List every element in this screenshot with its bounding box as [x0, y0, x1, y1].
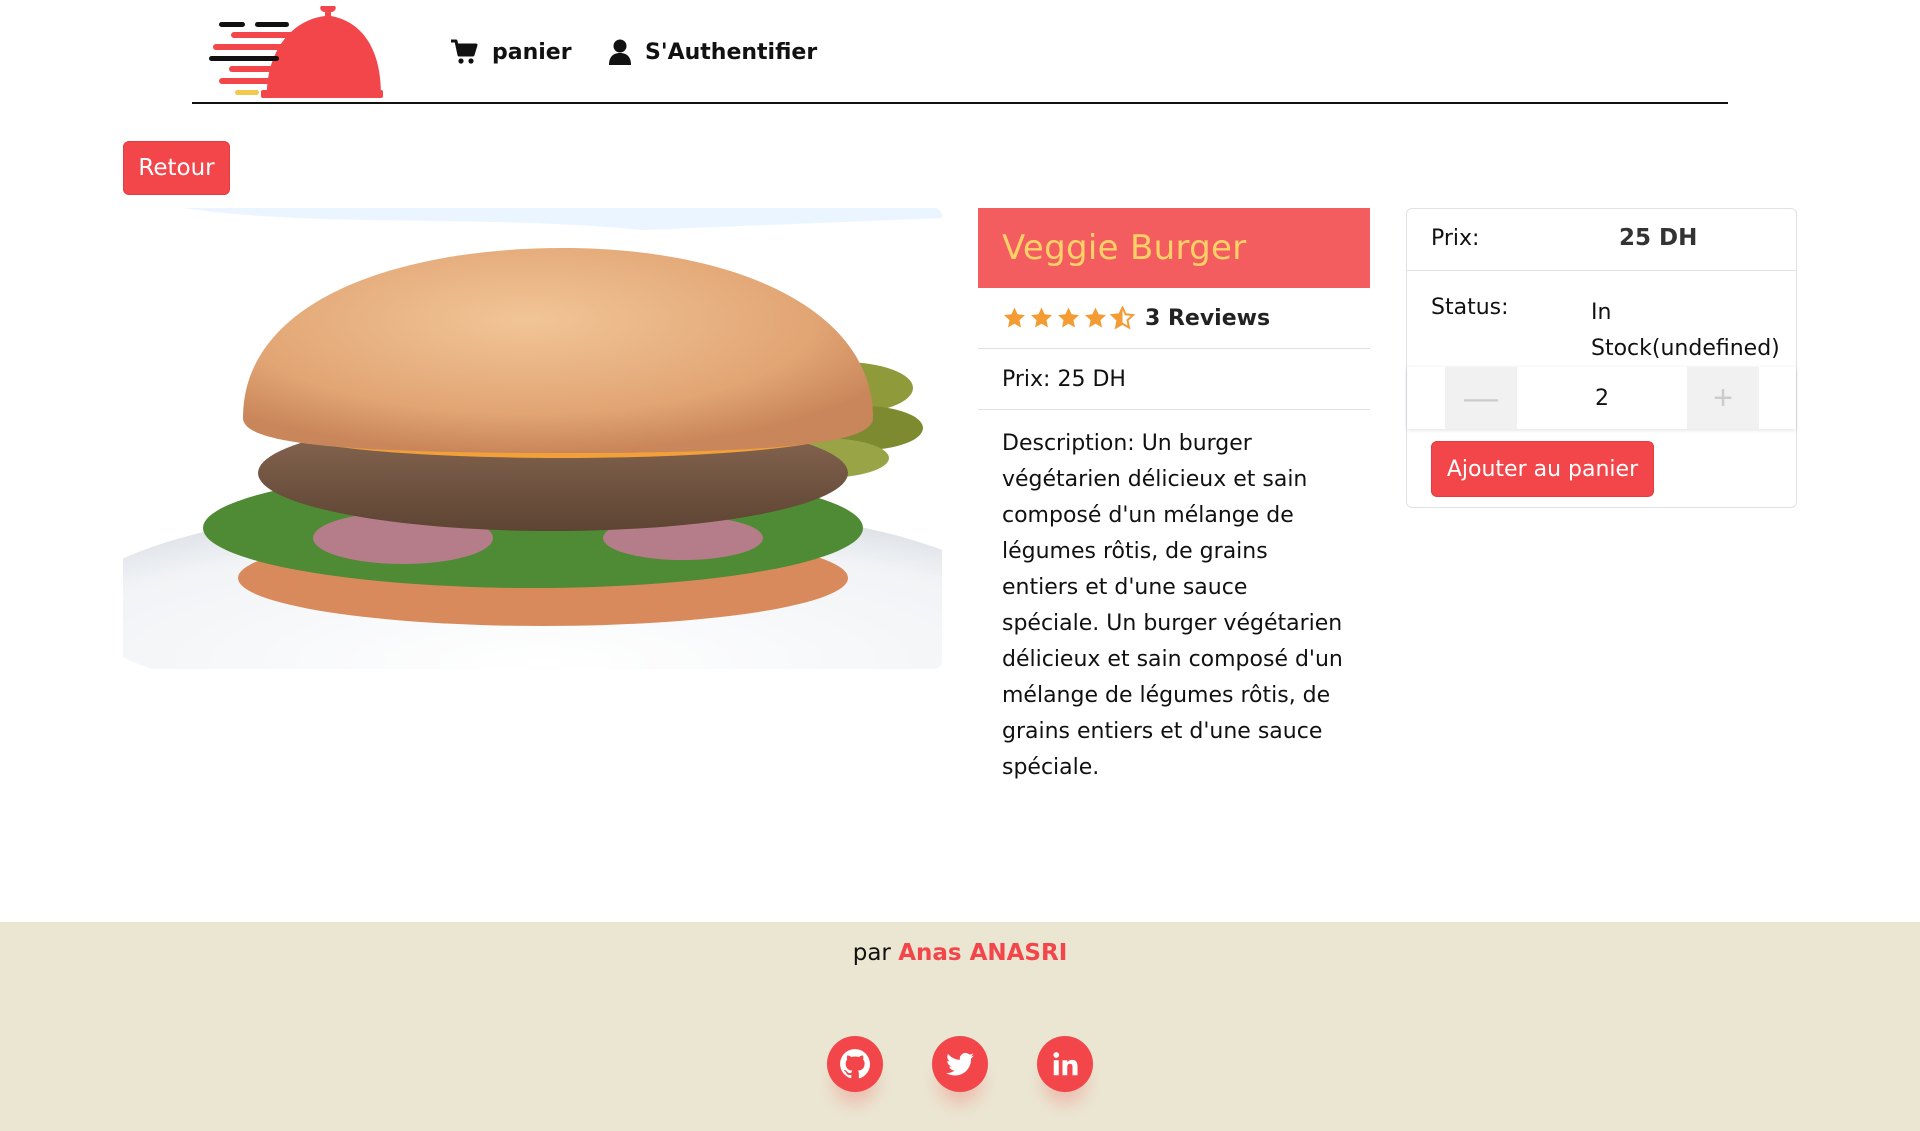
github-icon: [840, 1049, 871, 1079]
twitter-link[interactable]: [932, 1036, 988, 1092]
nav-login-label: S'Authentifier: [645, 39, 818, 65]
product-price: Prix: 25 DH: [1002, 366, 1126, 392]
linkedin-link[interactable]: [1037, 1036, 1093, 1092]
quantity-decrease-button[interactable]: —: [1445, 367, 1517, 429]
card-price-value: 25 DH: [1619, 225, 1698, 251]
linkedin-icon: [1053, 1052, 1078, 1076]
product-description: Description: Un burger végétarien délici…: [1002, 431, 1343, 780]
price-row: Prix: 25 DH: [978, 349, 1370, 410]
cart-icon: [450, 39, 478, 65]
add-to-cart-button[interactable]: Ajouter au panier: [1431, 441, 1654, 497]
quantity-increase-button[interactable]: +: [1687, 367, 1759, 429]
card-status-value: In Stock(undefined): [1591, 300, 1780, 361]
user-icon: [609, 39, 631, 65]
card-status-label: Status:: [1431, 295, 1509, 320]
github-link[interactable]: [827, 1036, 883, 1092]
star-full-icon: [1085, 307, 1106, 328]
reviews-count[interactable]: 3 Reviews: [1145, 306, 1270, 331]
twitter-icon: [946, 1052, 974, 1076]
rating-stars: [1002, 306, 1135, 330]
star-half-icon: [1110, 306, 1135, 330]
card-price-row: Prix: 25 DH: [1407, 209, 1796, 271]
footer-author-link[interactable]: Anas ANASRI: [898, 940, 1067, 966]
product-title: Veggie Burger: [1002, 228, 1247, 268]
star-full-icon: [1058, 307, 1079, 328]
logo-delivery-cloche[interactable]: [209, 4, 384, 98]
order-card: Prix: 25 DH Status: In Stock(undefined) …: [1406, 208, 1797, 508]
product-title-box: Veggie Burger: [978, 208, 1370, 288]
footer: par Anas ANASRI: [0, 922, 1920, 1131]
star-full-icon: [1031, 307, 1052, 328]
quantity-input[interactable]: [1517, 367, 1687, 429]
card-price-label: Prix:: [1431, 226, 1480, 251]
card-status-row: Status: In Stock(undefined): [1407, 271, 1796, 375]
nav-cart-link[interactable]: panier: [450, 36, 572, 68]
quantity-stepper: — +: [1407, 367, 1796, 429]
nav-cart-label: panier: [492, 39, 572, 65]
navbar: panier S'Authentifier: [192, 0, 1728, 104]
nav-login-link[interactable]: S'Authentifier: [609, 36, 817, 68]
product-info: Veggie Burger 3 Reviews Prix: 25 DH Desc…: [978, 208, 1370, 786]
footer-by-prefix: par: [852, 940, 891, 966]
back-button[interactable]: Retour: [123, 141, 230, 195]
rating-row: 3 Reviews: [978, 288, 1370, 349]
star-full-icon: [1004, 307, 1025, 328]
footer-credit: par Anas ANASRI: [0, 940, 1920, 966]
product-image: [123, 208, 942, 669]
